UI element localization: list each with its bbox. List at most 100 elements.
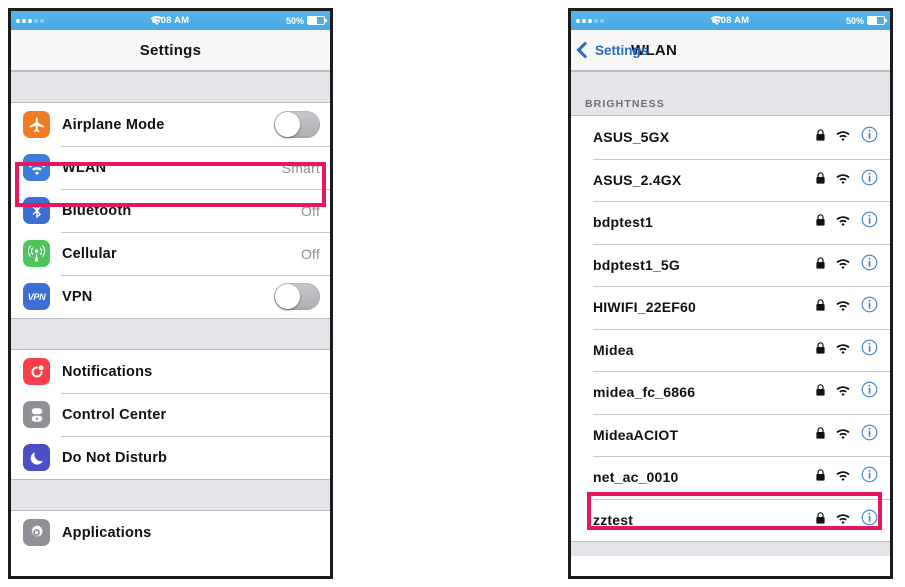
network-row-icons [816,339,878,361]
settings-row-control-center[interactable]: Control Center [11,393,330,436]
battery-percent-label: 50% [285,15,304,26]
info-icon[interactable] [861,254,878,276]
airplane-icon [23,111,50,138]
wifi-icon [836,341,850,359]
network-row-icons [816,509,878,531]
screenshot-root: 8:08 AM 50% Settings Airplane Mode WLAN … [0,0,905,587]
network-ssid: HIWIFI_22EF60 [593,299,696,316]
lock-icon [816,383,825,401]
settings-row-applications[interactable]: Applications [11,511,330,554]
wifi-icon [836,171,850,189]
network-row-icons [816,381,878,403]
wifi-icon [836,426,850,444]
settings-row-label: WLAN [62,159,107,176]
settings-group-connectivity: Airplane Mode WLAN Smart Bluetooth Off C… [11,103,330,318]
settings-row-label: Cellular [62,245,117,262]
settings-group-alerts: Notifications Control Center Do Not Dist… [11,350,330,479]
network-row-icons [816,296,878,318]
network-row-icons [816,466,878,488]
battery-icon [867,16,887,25]
info-icon[interactable] [861,381,878,403]
network-ssid: MideaACIOT [593,426,679,443]
bluetooth-status-value: Off [300,202,320,219]
settings-row-bluetooth[interactable]: Bluetooth Off [11,189,330,232]
battery-area: 50% [846,16,887,26]
network-row-bdptest1-5g[interactable]: bdptest1_5G [571,243,890,286]
chevron-left-icon [576,41,594,59]
network-row-icons [816,254,878,276]
battery-area: 50% [285,15,327,26]
settings-row-wlan[interactable]: WLAN Smart [11,146,330,189]
network-ssid: ASUS_2.4GX [593,171,682,188]
settings-row-airplane-mode[interactable]: Airplane Mode [11,103,330,146]
network-row-hiwifi-22ef60[interactable]: HIWIFI_22EF60 [571,286,890,329]
settings-row-label: Control Center [62,406,167,423]
vpn-icon: VPN [23,283,50,310]
wifi-icon [836,511,850,529]
info-icon[interactable] [861,509,878,531]
network-row-asus-24gx[interactable]: ASUS_2.4GX [571,158,890,201]
settings-row-label: Airplane Mode [62,116,165,133]
info-icon[interactable] [861,126,878,148]
section-header-label: BRIGHTNESS [585,98,665,110]
info-icon[interactable] [861,211,878,233]
lock-icon [816,213,825,231]
settings-row-notifications[interactable]: Notifications [11,350,330,393]
network-row-zztest[interactable]: zztest [571,498,890,541]
lock-icon [816,171,825,189]
toggle-knob [275,112,300,137]
notifications-icon [23,358,50,385]
nav-bar-settings: Settings [11,30,330,71]
group-gap [11,71,330,103]
back-button-label: Settings [595,42,649,58]
network-row-midea-fc-6866[interactable]: midea_fc_6866 [571,371,890,414]
network-ssid: midea_fc_6866 [593,384,696,401]
wifi-icon [836,128,850,146]
nav-bar-wlan: Settings WLAN [571,30,890,71]
lock-icon [816,511,825,529]
network-row-mideaaciot[interactable]: MideaACIOT [571,413,890,456]
section-header-brightness: BRIGHTNESS [571,71,890,116]
wifi-icon [836,298,850,316]
back-button[interactable]: Settings [576,41,649,59]
wifi-icon [836,256,850,274]
network-row-asus-5gx[interactable]: ASUS_5GX [571,116,890,159]
network-row-net-ac-0010[interactable]: net_ac_0010 [571,456,890,499]
network-ssid: ASUS_5GX [593,129,670,146]
settings-row-cellular[interactable]: Cellular Off [11,232,330,275]
network-list: ASUS_5GX ASUS_2.4GX bdptest1 bdptest1_5G… [571,116,890,541]
cellular-status-value: Off [300,245,320,262]
vpn-toggle[interactable] [274,283,320,310]
settings-row-label: Bluetooth [62,202,132,219]
airplane-mode-toggle[interactable] [274,111,320,138]
network-row-bdptest1[interactable]: bdptest1 [571,201,890,244]
info-icon[interactable] [861,466,878,488]
settings-phone-screen: 8:08 AM 50% Settings Airplane Mode WLAN … [8,8,333,579]
status-bar-right: 8:08 AM 50% [571,11,890,30]
clock-label: 8:08 AM [151,15,190,26]
info-icon[interactable] [861,296,878,318]
info-icon[interactable] [861,339,878,361]
lock-icon [816,341,825,359]
network-row-midea[interactable]: Midea [571,328,890,371]
settings-row-label: VPN [62,288,93,305]
network-ssid: net_ac_0010 [593,469,679,486]
toggle-knob [275,284,300,309]
network-row-icons [816,169,878,191]
settings-row-do-not-disturb[interactable]: Do Not Disturb [11,436,330,479]
lock-icon [816,298,825,316]
info-icon[interactable] [861,169,878,191]
info-icon[interactable] [861,424,878,446]
lock-icon [816,256,825,274]
network-row-icons [816,126,878,148]
group-gap [11,479,330,511]
lock-icon [816,468,825,486]
lock-icon [816,426,825,444]
network-row-icons [816,211,878,233]
wifi-icon [836,383,850,401]
network-ssid: bdptest1 [593,214,653,231]
battery-icon [307,16,327,25]
settings-row-vpn[interactable]: VPN VPN [11,275,330,318]
settings-group-applications: Applications [11,511,330,554]
wlan-status-value: Smart [281,159,320,176]
